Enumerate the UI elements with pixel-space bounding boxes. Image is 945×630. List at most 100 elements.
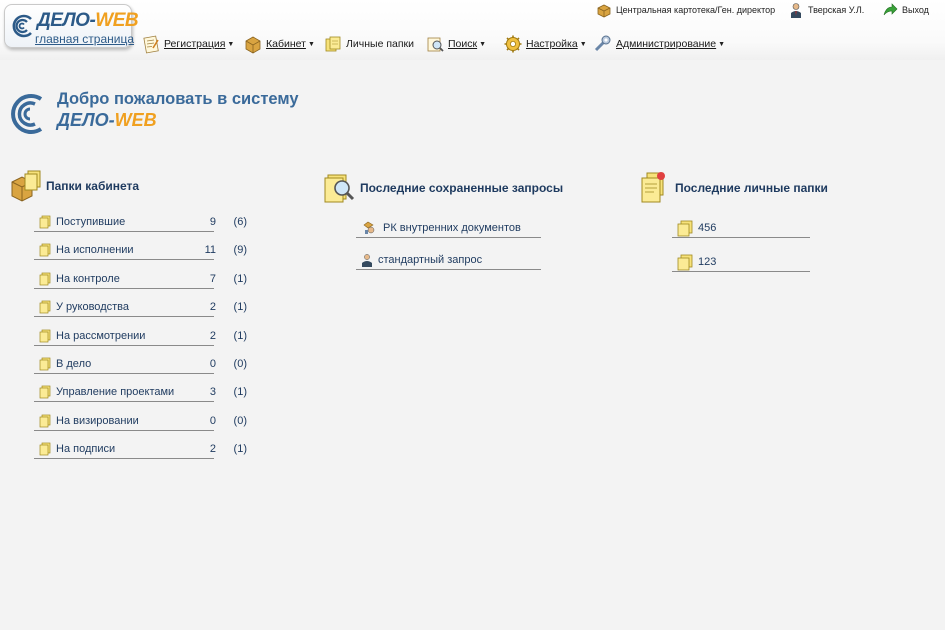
- user-profile[interactable]: Тверская У.Л.: [788, 2, 864, 18]
- settings-icon: [504, 35, 522, 53]
- chevron-down-icon: ▼: [718, 40, 726, 48]
- cabinet-folder-count: 0: [209, 414, 216, 427]
- cabinet-folder-new-count: (1): [233, 443, 247, 456]
- cabinet-folder-item[interactable]: На визировании 0 (0): [34, 411, 248, 431]
- user-icon: [791, 3, 801, 18]
- cabinet-folder-count: 2: [209, 443, 216, 456]
- chevron-down-icon: ▼: [227, 40, 235, 48]
- saved-query-name: стандартный запрос: [378, 254, 483, 266]
- cabinet-folder-count: 2: [209, 301, 216, 314]
- cabinet-folder-item[interactable]: На рассмотрении 2 (1): [34, 326, 248, 346]
- cabinet-folders-icon: [11, 170, 41, 202]
- welcome-brand: ДЕЛО-WEB: [57, 110, 157, 130]
- folder-icon: [38, 215, 52, 229]
- chevron-down-icon: ▼: [579, 40, 587, 48]
- folder-icon: [677, 254, 693, 271]
- divider: [356, 237, 541, 238]
- divider: [34, 373, 214, 374]
- divider: [34, 401, 214, 403]
- cabinet-folder-name: На подписи: [56, 443, 116, 456]
- menu-settings[interactable]: Настройка ▼: [503, 33, 587, 55]
- saved-query-name: РК внутренних документов: [383, 222, 521, 234]
- cabinet-folder-item[interactable]: На исполнении 11 (9): [34, 240, 248, 261]
- delo-swirl-logo-icon: [11, 94, 43, 134]
- menu-settings-label: Настройка: [526, 38, 578, 50]
- logout-label: Выход: [902, 5, 929, 15]
- divider: [34, 344, 214, 346]
- exit-arrow-icon: [883, 3, 898, 16]
- cabinet-folder-count: 3: [209, 386, 216, 399]
- menu-search[interactable]: Поиск ▼: [425, 33, 486, 55]
- cabinet-folder-item[interactable]: Поступившие 9 (6): [34, 212, 248, 232]
- cabinet-folder-name: На визировании: [56, 414, 139, 427]
- folder-icon: [38, 442, 52, 456]
- logo-subtitle: главная страница: [35, 32, 135, 46]
- divider: [34, 259, 214, 261]
- saved-query-item[interactable]: РК внутренних документов: [356, 218, 541, 238]
- folder-icon: [38, 243, 52, 257]
- personal-folders-header: Последние личные папки: [637, 170, 828, 206]
- cabinet-folder-new-count: (1): [233, 329, 247, 342]
- personal-folders-big-icon: [641, 172, 665, 203]
- chevron-down-icon: ▼: [307, 40, 315, 48]
- saved-query-item[interactable]: стандартный запрос: [356, 250, 541, 270]
- admin-icon: [594, 35, 611, 52]
- menu-cabinet-label: Кабинет: [266, 38, 306, 50]
- menu-personal-folders[interactable]: Личные папки: [323, 33, 414, 55]
- personal-folders-title: Последние личные папки: [675, 181, 828, 195]
- divider: [672, 271, 810, 272]
- divider: [34, 458, 214, 460]
- cabinet-icon: [245, 36, 261, 54]
- divider: [34, 429, 214, 431]
- user-name: Тверская У.Л.: [808, 5, 865, 15]
- cabinet-folder-item[interactable]: В дело 0 (0): [34, 354, 248, 374]
- folder-icon: [38, 385, 52, 399]
- cabinet-folder-item[interactable]: На контроле 7 (1): [34, 269, 248, 289]
- saved-queries-title: Последние сохраненные запросы: [360, 181, 564, 195]
- menu-registration-label: Регистрация: [164, 38, 226, 50]
- user-query-icon: [362, 254, 372, 267]
- menu-personal-folders-label: Личные папки: [346, 38, 414, 50]
- saved-queries-header: Последние сохраненные запросы: [322, 170, 563, 206]
- personal-folder-item[interactable]: 456: [672, 218, 810, 238]
- divider: [672, 237, 810, 238]
- logo-home-link[interactable]: ДЕЛО-WEB главная страница: [4, 4, 139, 48]
- folder-icon: [38, 329, 52, 343]
- folder-icon: [38, 272, 52, 286]
- delo-logo-icon: [12, 14, 32, 38]
- cabinet-folder-name: На рассмотрении: [56, 329, 146, 342]
- search-icon: [427, 37, 444, 52]
- cabinet-selector-label: Центральная картотека/Ген. директор: [616, 5, 776, 15]
- menu-search-label: Поиск: [448, 38, 478, 50]
- cabinet-folder-new-count: (0): [233, 358, 247, 370]
- cabinet-folder-name: В дело: [56, 358, 92, 370]
- header: ДЕЛО-WEB главная страница Центральная ка…: [0, 0, 945, 60]
- personal-folders-icon: [325, 36, 341, 52]
- personal-folder-name: 456: [698, 222, 717, 234]
- cabinet-folders-header: Папки кабинета: [8, 168, 139, 204]
- cabinet-folder-item[interactable]: Управление проектами 3 (1): [34, 382, 248, 403]
- cabinet-folder-new-count: (0): [233, 414, 247, 427]
- logout-link[interactable]: Выход: [882, 2, 929, 18]
- folder-icon: [38, 357, 52, 371]
- chevron-down-icon: ▼: [479, 40, 487, 48]
- personal-folder-item[interactable]: 123: [672, 252, 810, 272]
- cabinet-selector[interactable]: Центральная картотека/Ген. директор: [596, 2, 775, 18]
- menu-cabinet[interactable]: Кабинет ▼: [243, 33, 315, 55]
- cabinet-folder-item[interactable]: На подписи 2 (1): [34, 439, 248, 460]
- cabinet-folder-item[interactable]: У руководства 2 (1): [34, 297, 248, 318]
- cabinet-folder-new-count: (1): [233, 301, 247, 314]
- divider: [34, 316, 214, 318]
- cabinet-folder-count: 11: [204, 244, 216, 257]
- menu-administration-label: Администрирование: [616, 38, 717, 50]
- folder-icon: [677, 220, 693, 237]
- cabinet-folder-new-count: (9): [233, 244, 247, 257]
- welcome-title: Добро пожаловать в систему: [57, 90, 299, 108]
- personal-folder-name: 123: [698, 256, 717, 268]
- cabinet-folder-name: Управление проектами: [56, 386, 175, 399]
- cabinet-folder-count: 2: [209, 329, 216, 342]
- cabinet-folder-new-count: (1): [233, 386, 247, 399]
- registration-icon: [143, 35, 159, 54]
- menu-administration[interactable]: Администрирование ▼: [593, 33, 725, 55]
- menu-registration[interactable]: Регистрация ▼: [141, 33, 234, 55]
